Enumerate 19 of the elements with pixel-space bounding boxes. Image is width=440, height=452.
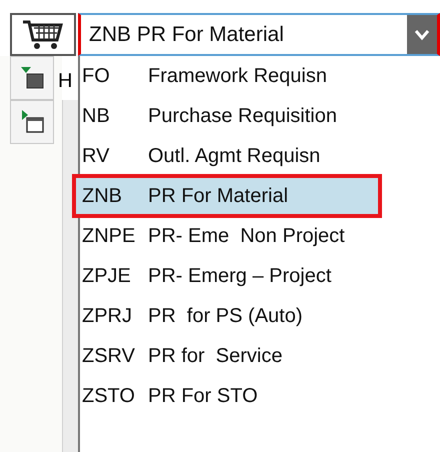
dropdown-button[interactable] xyxy=(407,15,437,54)
field-label: H xyxy=(58,69,72,92)
dropdown-option[interactable]: FO Framework Requisn xyxy=(80,56,440,96)
dropdown-option[interactable]: ZNB PR For Material xyxy=(74,176,380,216)
dropdown-option[interactable]: RV Outl. Agmt Requisn xyxy=(80,136,440,176)
dropdown-option[interactable]: ZPJE PR- Emerg – Project xyxy=(80,256,440,296)
dropdown-option[interactable]: ZSRV PR for Service xyxy=(80,336,440,376)
cart-button[interactable] xyxy=(10,13,76,56)
toolbar-button[interactable] xyxy=(10,100,54,144)
dropdown-option[interactable]: NB Purchase Requisition xyxy=(80,96,440,136)
dropdown-option[interactable]: ZSTO PR For STO xyxy=(80,376,440,416)
window-arrow-icon xyxy=(19,65,45,91)
toolbar-button[interactable] xyxy=(10,56,54,100)
chevron-down-icon xyxy=(414,28,430,40)
combobox-value: ZNB PR For Material xyxy=(88,22,285,48)
dropdown-option[interactable]: ZNPE PR- Eme Non Project xyxy=(80,216,440,256)
dropdown-option[interactable]: ZPRJ PR for PS (Auto) xyxy=(80,296,440,336)
cart-icon xyxy=(21,18,65,50)
window-arrow-icon xyxy=(19,109,45,135)
